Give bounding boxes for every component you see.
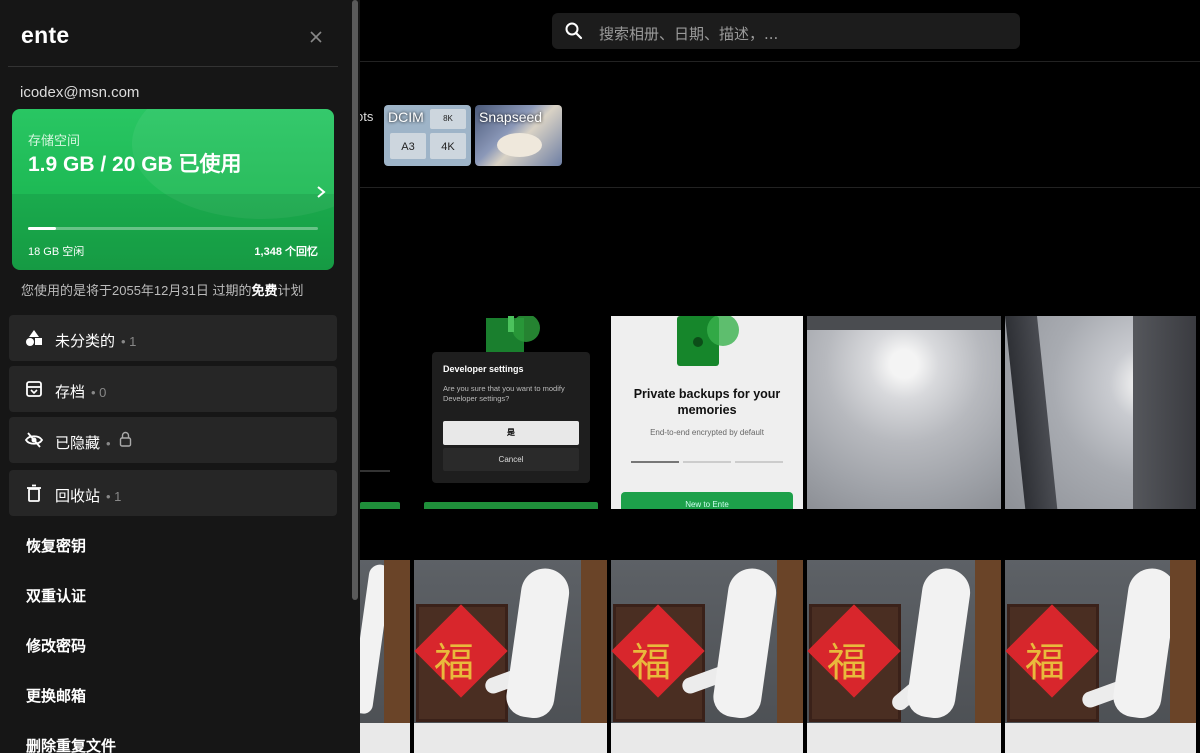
- photo-cat[interactable]: 福: [611, 560, 803, 753]
- green-bar: [360, 502, 400, 509]
- menu-two-factor[interactable]: 双重认证: [26, 585, 86, 606]
- storage-free: 18 GB 空闲: [28, 246, 85, 258]
- trash-icon: [27, 484, 41, 502]
- plan-bold: 免费: [251, 283, 278, 298]
- dialog-description: Are you sure that you want to modify Dev…: [443, 384, 565, 403]
- floor: [360, 723, 410, 753]
- app: 搜索相册、日期、描述，... ots A3 4K 8K DCIM Snapsee…: [0, 0, 1200, 753]
- lock-icon: [677, 316, 739, 366]
- storage-progress-fill: [28, 227, 56, 230]
- app-logo: ente: [21, 22, 70, 48]
- menu-count: •: [106, 436, 111, 451]
- storage-label: 存储空间: [28, 133, 81, 148]
- menu-count: • 1: [106, 489, 122, 504]
- photo-sky-buildings[interactable]: [1005, 316, 1196, 509]
- new-to-ente-button: New to Ente: [621, 492, 793, 509]
- menu-archive[interactable]: 存档 • 0: [9, 366, 337, 412]
- developer-dialog: Developer settings Are you sure that you…: [432, 352, 590, 483]
- menu-uncategorized[interactable]: 未分类的 • 1: [9, 315, 337, 361]
- divider-line: [360, 470, 390, 472]
- lock-icon: [486, 316, 540, 352]
- photo-cat[interactable]: [360, 560, 410, 753]
- menu-change-email[interactable]: 更换邮箱: [26, 685, 86, 706]
- eye-off-icon: [25, 432, 43, 448]
- dialog-yes-button: 是: [443, 421, 579, 445]
- fu-character: 福: [631, 640, 671, 686]
- menu-hidden[interactable]: 已隐藏 •: [9, 417, 337, 463]
- shapes-icon: [26, 330, 42, 346]
- menu-label: 回收站: [55, 488, 101, 505]
- storage-value: 1.9 GB / 20 GB 已使用: [28, 153, 242, 176]
- floor: [807, 723, 1001, 753]
- progress-dot-active: [631, 461, 679, 463]
- photo-sky-halo[interactable]: [807, 316, 1001, 509]
- album-name: DCIM: [388, 109, 424, 125]
- chevron-right-icon: [317, 186, 326, 198]
- photo-cat[interactable]: 福: [807, 560, 1001, 753]
- menu-change-password[interactable]: 修改密码: [26, 635, 86, 656]
- fu-character: 福: [1025, 640, 1065, 686]
- photo-cat[interactable]: 福: [414, 560, 607, 753]
- user-email: icodex@msn.com: [20, 84, 140, 101]
- menu-trash[interactable]: 回收站 • 1: [9, 470, 337, 516]
- menu-label: 存档: [55, 384, 86, 401]
- sidebar: ente icodex@msn.com 存储空间 1.9 GB / 20 GB …: [0, 0, 348, 753]
- album-dcim[interactable]: A3 4K 8K DCIM: [384, 105, 471, 166]
- lock-icon: [119, 431, 132, 447]
- search-placeholder[interactable]: 搜索相册、日期、描述，...: [599, 23, 778, 44]
- dialog-cancel-button: Cancel: [443, 448, 579, 471]
- floor: [611, 723, 803, 753]
- building: [1005, 316, 1058, 509]
- album-thumb-cat: [497, 133, 542, 157]
- menu-count: • 1: [121, 334, 137, 349]
- divider: [8, 66, 338, 67]
- menu-label: 未分类的: [55, 333, 116, 350]
- plan-prefix: 您使用的是将于2055年12月31日 过期的: [21, 283, 252, 298]
- search-icon: [565, 22, 583, 40]
- dialog-title: Developer settings: [443, 364, 524, 374]
- floor: [1005, 723, 1196, 753]
- photo-cat[interactable]: 福: [1005, 560, 1196, 753]
- menu-count: • 0: [91, 385, 107, 400]
- plan-info: 您使用的是将于2055年12月31日 过期的免费计划: [21, 280, 303, 299]
- album-thumb-tile: 4K: [430, 133, 466, 159]
- private-title: Private backups for your memories: [633, 387, 781, 417]
- menu-label: 已隐藏: [55, 435, 101, 452]
- archive-icon: [26, 381, 42, 397]
- menu-recovery-key[interactable]: 恢复密钥: [26, 535, 86, 556]
- storage-card[interactable]: 存储空间 1.9 GB / 20 GB 已使用 18 GB 空闲 1,348 个…: [12, 109, 334, 270]
- progress-dot: [683, 461, 731, 463]
- scrollbar-thumb[interactable]: [352, 0, 358, 600]
- memories-count: 1,348 个回忆: [254, 246, 318, 258]
- plan-suffix: 计划: [277, 283, 304, 298]
- fu-character: 福: [827, 640, 867, 686]
- album-thumb-tile-small: 8K: [430, 109, 466, 129]
- album-snapseed[interactable]: Snapseed: [475, 105, 562, 166]
- building-edge: [807, 316, 1001, 330]
- album-name: Snapseed: [479, 109, 543, 125]
- storage-progress-track: [28, 227, 318, 230]
- fu-character: 福: [434, 640, 474, 686]
- private-subtitle: End-to-end encrypted by default: [650, 428, 764, 437]
- menu-deduplicate[interactable]: 删除重复文件: [26, 735, 116, 753]
- green-bar: [424, 502, 598, 509]
- search-bar[interactable]: 搜索相册、日期、描述，...: [552, 13, 1020, 49]
- progress-dot: [735, 461, 783, 463]
- photo-private-backups[interactable]: Private backups for your memories End-to…: [611, 316, 803, 509]
- album-thumb-tile: A3: [390, 133, 426, 159]
- close-icon[interactable]: [306, 27, 326, 47]
- floor: [414, 723, 607, 753]
- building: [1133, 316, 1196, 509]
